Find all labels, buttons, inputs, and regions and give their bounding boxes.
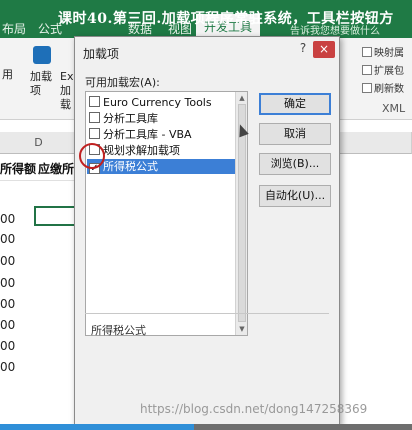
cell-value[interactable]: 00 (0, 318, 15, 332)
column-header-right[interactable] (340, 132, 412, 154)
cell-value[interactable]: 00 (0, 297, 15, 311)
xml-group-label: XML (382, 102, 406, 115)
addin-label: 规划求解加载项 (103, 144, 180, 157)
video-progress-bar[interactable] (0, 424, 412, 430)
cell-value[interactable]: 00 (0, 232, 15, 246)
cell-income-header[interactable]: 所得额 (0, 160, 36, 177)
addins-icon[interactable] (33, 46, 51, 64)
cell-tax-header[interactable]: 应缴所 (38, 160, 74, 177)
refresh-data-icon (362, 83, 372, 93)
ribbon-left-label: 用 (2, 68, 13, 81)
close-button[interactable]: × (313, 41, 335, 58)
addins-button[interactable]: 加载项 (30, 70, 60, 98)
list-item[interactable]: 分析工具库 - VBA (87, 127, 235, 142)
watermark: https://blog.csdn.net/dong147258369 (140, 402, 368, 416)
addins-listbox[interactable]: Euro Currency Tools 分析工具库 分析工具库 - VBA 规划… (85, 91, 248, 336)
checkbox-icon[interactable] (89, 112, 100, 123)
tab-layout[interactable]: 布局 (2, 20, 26, 37)
list-item[interactable]: 规划求解加载项 (87, 143, 235, 158)
map-properties-icon (362, 47, 372, 57)
map-properties-label: 映射属 (374, 48, 404, 59)
ok-button[interactable]: 确定 (259, 93, 331, 115)
cell-value[interactable]: 00 (0, 254, 15, 268)
available-addins-label: 可用加载宏(A): (85, 76, 160, 89)
checkbox-icon[interactable] (89, 96, 100, 107)
automation-button[interactable]: 自动化(U)... (259, 185, 331, 207)
addin-description: 所得税公式 (91, 324, 146, 337)
selected-cell[interactable] (34, 206, 78, 226)
addin-label: Euro Currency Tools (103, 96, 212, 109)
scroll-up-icon[interactable]: ▲ (237, 93, 247, 103)
cell-value[interactable]: 00 (0, 360, 15, 374)
cell-value[interactable]: 00 (0, 212, 15, 226)
cancel-button[interactable]: 取消 (259, 123, 331, 145)
annotation-circle (79, 143, 105, 169)
addin-label: 分析工具库 - VBA (103, 128, 192, 141)
video-title: 课时40.第三回.加载项程序常驻系统，工具栏按钮方 (58, 11, 394, 27)
column-header-d[interactable]: D (0, 132, 78, 154)
refresh-data-label: 刷新数 (374, 84, 404, 95)
addins-dialog: 加载项 ? × 可用加载宏(A): Euro Currency Tools 分析… (74, 36, 340, 426)
dialog-title: 加载项 (83, 47, 120, 61)
expansion-packs-icon (362, 65, 372, 75)
help-button[interactable]: ? (296, 41, 310, 57)
list-item-selected[interactable]: ✓ 所得税公式 (87, 159, 235, 174)
expansion-packs-button[interactable]: 扩展包 (362, 62, 404, 77)
map-properties-button[interactable]: 映射属 (362, 44, 404, 59)
video-progress-fill (0, 424, 194, 430)
addin-label: 分析工具库 (103, 112, 158, 125)
list-item[interactable]: Euro Currency Tools (87, 95, 235, 110)
refresh-data-button[interactable]: 刷新数 (362, 80, 404, 95)
checkbox-icon[interactable] (89, 128, 100, 139)
addin-label: 所得税公式 (103, 160, 158, 173)
column-header-label: D (34, 136, 43, 149)
list-item[interactable]: 分析工具库 (87, 111, 235, 126)
cell-value[interactable]: 00 (0, 276, 15, 290)
expansion-packs-label: 扩展包 (374, 66, 404, 77)
browse-button[interactable]: 浏览(B)... (259, 153, 331, 175)
grid-line (0, 180, 78, 181)
cell-value[interactable]: 00 (0, 339, 15, 353)
